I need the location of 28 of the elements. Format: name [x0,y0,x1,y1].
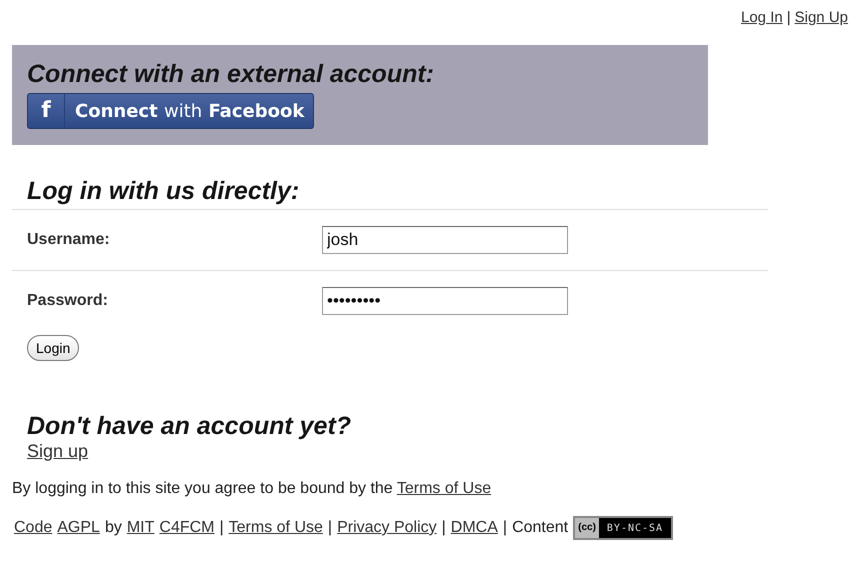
login-button[interactable]: Login [27,335,80,361]
footer-link[interactable]: Terms of Use [228,519,323,537]
section-heading: Connect with an external account: [27,59,436,89]
footer-text: Content [512,519,568,537]
sign-up-link[interactable]: Sign up [27,441,88,462]
header-link[interactable]: Log In [741,9,783,35]
footer-link[interactable]: Privacy Policy [337,519,437,537]
footer-link[interactable]: MIT [126,519,154,537]
footer-link[interactable]: C4FCM [159,519,214,537]
separator-text: | [786,9,791,28]
section-heading: Don't have an account yet? [26,411,352,441]
terms-link[interactable]: Terms of Use [396,480,492,497]
header-link[interactable]: Sign Up [794,9,848,35]
footer-link[interactable]: Code [14,519,52,537]
footer-text: | [442,519,446,537]
footer-text: | [502,519,508,537]
license-badge[interactable]: (cc) BY-NC-SA [573,516,674,540]
facebook-connect-button[interactable]: f Connect with Facebook [27,93,314,129]
section-heading: Log in with us directly: [12,176,768,210]
field-label: Password: [27,292,109,310]
footer-link[interactable]: AGPL [57,519,100,537]
agreement-text: By logging in to this site you agree to be bound by the Terms of Use [12,480,492,498]
footer-link[interactable]: DMCA [450,519,498,537]
footer-text: | [220,519,224,537]
input-field[interactable]: ••••••••• [322,287,568,315]
footer-text: | [328,519,332,537]
footer-text: by [104,519,122,537]
field-label: Username: [27,231,111,249]
